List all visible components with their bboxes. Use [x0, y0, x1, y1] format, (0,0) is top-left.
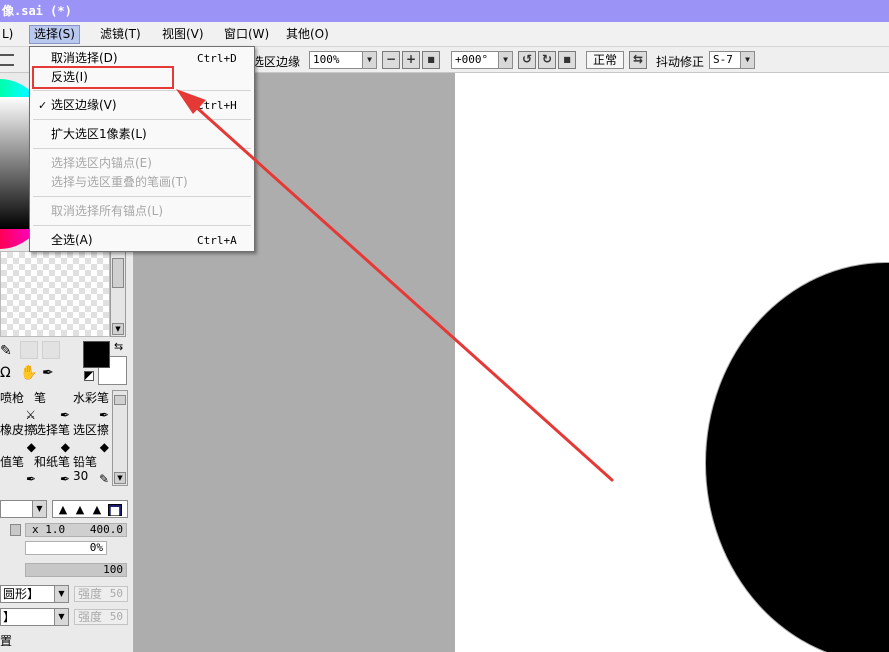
brush-select-pen[interactable]: 选择笔 ◆: [34, 423, 72, 455]
annotation-highlight-box: [32, 66, 174, 89]
brush-airbrush[interactable]: 喷枪 ⚔: [0, 391, 38, 423]
reset-colors-icon[interactable]: [84, 371, 94, 381]
rotate-ccw-button[interactable]: ↺: [518, 51, 536, 69]
sai-window: 像.sai (*) L) 选择(S) 滤镜(T) 视图(V) 窗口(W) 其他(…: [0, 0, 889, 652]
scroll-down-arrow[interactable]: ▼: [112, 323, 124, 335]
brush-value-pen[interactable]: 值笔 ✒: [0, 455, 38, 487]
menu-item-select-anchors-in: 选择选区内锚点(E): [51, 156, 152, 170]
zoom-out-button[interactable]: −: [382, 51, 400, 69]
min-size-slider[interactable]: 0%: [25, 541, 107, 555]
scroll-down-arrow[interactable]: ▼: [114, 472, 126, 484]
shape-strength[interactable]: 强度 50: [74, 586, 128, 602]
rotate-reset-button[interactable]: ■: [558, 51, 576, 69]
rotate-cw-button[interactable]: ↻: [538, 51, 556, 69]
brush-pen[interactable]: 笔 ✒: [34, 391, 72, 423]
brush-select-eraser[interactable]: 选区擦 ◆: [73, 423, 111, 455]
title-bar: 像.sai (*): [0, 0, 889, 22]
foreground-color[interactable]: [83, 341, 110, 368]
select-pen-icon: ◆: [60, 440, 70, 454]
stabilizer-select[interactable]: S-7 ▼: [709, 51, 755, 69]
brush-scrollbar[interactable]: ▼: [112, 390, 128, 486]
swap-colors-icon[interactable]: ⇆: [114, 340, 123, 353]
zoom-in-button[interactable]: +: [402, 51, 420, 69]
window-title: 像.sai (*): [2, 4, 72, 18]
pen-icon[interactable]: ✎: [0, 343, 12, 359]
chevron-down-icon: ▼: [498, 52, 512, 68]
selection-edge-label[interactable]: 选区边缘: [252, 53, 300, 70]
scrollbar-thumb[interactable]: [114, 395, 126, 405]
brush-pencil30[interactable]: 铅笔30 ✎: [73, 455, 111, 487]
scratch-scrollbar[interactable]: ▼: [110, 251, 126, 337]
list-icon[interactable]: [0, 54, 14, 66]
menu-other[interactable]: 其他(O): [282, 25, 333, 44]
scrollbar-thumb[interactable]: [112, 258, 124, 288]
size-lock-toggle[interactable]: [10, 524, 21, 536]
brush-grid: 喷枪 ⚔ 笔 ✒ 水彩笔 ✒ 橡皮擦 ◆ 选择笔 ◆ 选区擦 ◆ 值笔 ✒ 和纸…: [0, 389, 112, 487]
canvas-paper[interactable]: [455, 73, 889, 652]
tool-slot[interactable]: [20, 341, 38, 359]
shape-medium-icon[interactable]: ▲: [73, 504, 87, 516]
hand-icon[interactable]: ✋: [20, 365, 37, 381]
shape-hard-icon[interactable]: ▲: [90, 504, 104, 516]
menu-item-select-overlap-strokes: 选择与选区重叠的笔画(T): [51, 175, 188, 189]
select-eraser-icon: ◆: [99, 440, 109, 454]
brush-eraser[interactable]: 橡皮擦 ◆: [0, 423, 38, 455]
checkmark-icon: ✓: [38, 99, 48, 112]
density-slider[interactable]: 100: [25, 563, 127, 577]
menu-select[interactable]: 选择(S): [29, 25, 80, 44]
menu-item-selection-edge[interactable]: ✓ 选区边缘(V) Ctrl+H: [30, 96, 254, 115]
shape-square-icon[interactable]: ■: [108, 504, 122, 517]
rotation-select[interactable]: +000° ▼: [451, 51, 513, 69]
washi-pen-icon: ✒: [59, 472, 70, 486]
bottom-label: 置: [0, 634, 13, 648]
menu-item-select-all[interactable]: 全选(A) Ctrl+A: [30, 231, 254, 250]
menu-separator: [33, 225, 251, 226]
menu-separator: [33, 196, 251, 197]
menu-layer[interactable]: L): [0, 25, 17, 44]
lasso-icon[interactable]: Ω: [0, 365, 11, 381]
menu-separator: [33, 119, 251, 120]
blend-mode-button[interactable]: 正常: [586, 51, 625, 69]
pencil-icon: ✎: [98, 472, 109, 486]
flip-button[interactable]: ⇆: [629, 51, 647, 69]
brush-shape-select[interactable]: 圆形】 ▼: [0, 585, 69, 603]
chevron-down-icon: ▼: [740, 52, 754, 68]
menu-view[interactable]: 视图(V): [158, 25, 208, 44]
tool-slot[interactable]: [42, 341, 60, 359]
scratch-pad[interactable]: [0, 251, 110, 337]
brush-washi-pen[interactable]: 和纸笔 ✒: [34, 455, 72, 487]
menu-filter[interactable]: 滤镜(T): [96, 25, 145, 44]
brush-texture-select[interactable]: 】 ▼: [0, 608, 69, 626]
zoom-reset-button[interactable]: ■: [422, 51, 440, 69]
eyedropper-icon[interactable]: ✒: [42, 365, 54, 381]
chevron-down-icon: ▼: [362, 52, 376, 68]
menu-bar: L) 选择(S) 滤镜(T) 视图(V) 窗口(W) 其他(O): [0, 22, 889, 47]
menu-item-deselect-anchors: 取消选择所有锚点(L): [51, 204, 164, 218]
watercolor-icon: ✒: [98, 408, 109, 422]
chevron-down-icon: ▼: [32, 501, 46, 517]
menu-separator: [33, 90, 251, 91]
menu-window[interactable]: 窗口(W): [220, 25, 273, 44]
brush-watercolor[interactable]: 水彩笔 ✒: [73, 391, 111, 423]
size-slider[interactable]: x 1.0 400.0: [25, 523, 127, 537]
brush-shape-bar: ▲ ▲ ▲ ■: [52, 500, 128, 518]
brush-mode-select[interactable]: ▼: [0, 500, 47, 518]
zoom-select[interactable]: 100% ▼: [309, 51, 377, 69]
texture-strength[interactable]: 强度 50: [74, 609, 128, 625]
menu-item-expand-selection[interactable]: 扩大选区1像素(L): [30, 125, 254, 144]
black-shape: [706, 263, 889, 652]
chevron-down-icon: ▼: [54, 609, 68, 625]
chevron-down-icon: ▼: [54, 586, 68, 602]
menu-separator: [33, 148, 251, 149]
stabilizer-label: 抖动修正: [656, 55, 705, 69]
shape-soft-icon[interactable]: ▲: [56, 504, 70, 516]
pen-icon: ✒: [59, 408, 70, 422]
